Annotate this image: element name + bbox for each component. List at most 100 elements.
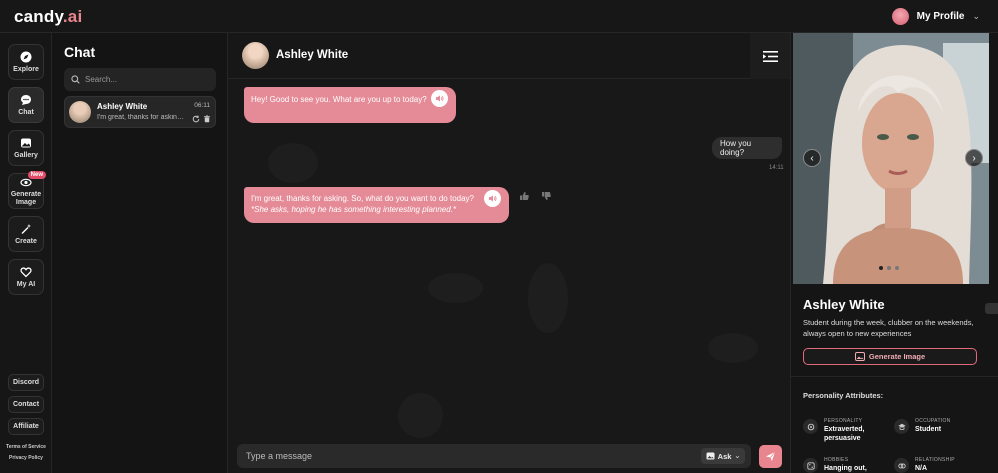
left-nav: Explore Chat Gallery New Generate Image … <box>0 33 52 473</box>
background-pattern <box>428 273 483 303</box>
image-icon <box>854 352 865 361</box>
search-input[interactable] <box>85 75 205 84</box>
trash-icon[interactable] <box>203 115 211 123</box>
magic-wand-icon <box>21 223 31 234</box>
avatar <box>891 8 909 25</box>
chat-main: Ashley White Hey! Good to see you. What … <box>228 33 790 473</box>
background-pattern <box>398 393 443 438</box>
ai-message: I'm great, thanks for asking. So, what d… <box>244 187 509 223</box>
attribute-key: HOBBIES <box>824 457 849 463</box>
conversation-preview: I'm great, thanks for asking. So, what d… <box>97 114 185 121</box>
conversation-name: Ashley White <box>97 102 148 111</box>
message-text: Hey! Good to see you. What are you up to… <box>251 95 427 104</box>
chevron-right-icon: › <box>972 152 976 164</box>
speaker-button[interactable] <box>484 190 501 207</box>
speaker-icon <box>435 95 444 102</box>
carousel-dots <box>879 266 899 270</box>
logo[interactable]: candy.ai <box>14 7 82 27</box>
nav-label: Create <box>15 237 37 245</box>
nav-create[interactable]: Create <box>8 216 44 252</box>
send-button[interactable] <box>759 445 782 468</box>
profile-menu[interactable]: My Profile ⌄ <box>891 8 980 25</box>
attribute-value: Extraverted, persuasive <box>824 426 865 442</box>
search-icon <box>71 75 80 84</box>
background-pattern <box>708 333 758 363</box>
chevron-down-icon: ⌄ <box>972 11 980 21</box>
background-pattern <box>268 143 318 183</box>
chat-partner-name: Ashley White <box>276 49 349 61</box>
new-badge: New <box>27 171 46 179</box>
attribute-value: Hanging out, <box>824 465 867 472</box>
message-action-text: *She asks, hoping he has something inter… <box>251 205 457 214</box>
privacy-link[interactable]: Privacy Policy <box>0 455 52 461</box>
background-pattern <box>528 263 568 333</box>
avatar[interactable] <box>242 42 269 69</box>
attribute-value: Student <box>915 426 942 433</box>
attribute-occupation: OCCUPATION Student <box>894 418 984 446</box>
nav-label: Explore <box>13 65 39 73</box>
attribute-hobbies: HOBBIES Hanging out, <box>803 457 893 473</box>
message-text: How you doing? <box>720 139 752 157</box>
nav-chat[interactable]: Chat <box>8 87 44 123</box>
divider <box>791 376 998 377</box>
carousel-dot[interactable] <box>879 266 883 270</box>
profile-label: My Profile <box>916 11 965 22</box>
profile-panel: ‹ › Ashley White Student during the week… <box>790 33 998 473</box>
heart-icon <box>20 266 32 277</box>
thumbs-down-icon[interactable] <box>541 191 551 201</box>
chat-list-title: Chat <box>64 44 96 60</box>
message-input[interactable] <box>246 449 646 463</box>
conversation-item[interactable]: Ashley White 06:11 I'm great, thanks for… <box>64 96 216 128</box>
carousel-next-button[interactable]: › <box>965 149 983 167</box>
refresh-icon[interactable] <box>192 115 200 123</box>
image-icon <box>706 452 715 460</box>
attribute-personality: PERSONALITY Extraverted, persuasive <box>803 418 893 446</box>
profile-bio: Student during the week, clubber on the … <box>803 318 974 338</box>
nav-generate-image[interactable]: New Generate Image <box>8 171 46 209</box>
chevron-down-icon: ⌄ <box>734 453 741 460</box>
thumbs-up-icon[interactable] <box>519 191 529 201</box>
top-bar: candy.ai My Profile ⌄ <box>0 0 998 33</box>
edge-tab[interactable] <box>985 303 998 314</box>
message-composer: Ask ⌄ <box>237 444 751 468</box>
nav-label: Generate Image <box>10 190 42 206</box>
message-time: 14:11 <box>769 165 784 171</box>
nav-label: Gallery <box>14 151 38 159</box>
chevron-left-icon: ‹ <box>810 152 814 164</box>
nav-my-ai[interactable]: My AI <box>8 259 44 295</box>
speaker-icon <box>488 195 497 202</box>
chat-header: Ashley White <box>228 33 790 79</box>
speaker-button[interactable] <box>431 90 448 107</box>
attribute-key: PERSONALITY <box>824 418 863 424</box>
discord-button[interactable]: Discord <box>8 374 44 391</box>
avatar <box>69 101 91 123</box>
panel-toggle-button[interactable] <box>750 33 790 79</box>
attribute-value: N/A <box>915 465 928 472</box>
relationship-icon <box>894 458 909 473</box>
generate-image-label: Generate Image <box>868 352 926 361</box>
nav-gallery[interactable]: Gallery <box>8 130 44 166</box>
logo-suffix: .ai <box>62 7 83 26</box>
attribute-relationship: RELATIONSHIP N/A <box>894 457 984 473</box>
generate-image-button[interactable]: Generate Image <box>803 348 977 365</box>
carousel-dot[interactable] <box>887 266 891 270</box>
carousel-prev-button[interactable]: ‹ <box>803 149 821 167</box>
attributes-title: Personality Attributes: <box>803 391 884 400</box>
carousel-dot[interactable] <box>895 266 899 270</box>
compass-icon <box>20 51 32 62</box>
logo-name: candy <box>14 7 63 26</box>
profile-name: Ashley White <box>803 297 885 312</box>
chat-bubble-icon <box>21 94 31 105</box>
affiliate-button[interactable]: Affiliate <box>8 418 44 435</box>
portrait-image <box>793 33 989 284</box>
terms-link[interactable]: Terms of Service <box>0 444 52 450</box>
conversation-time: 06:11 <box>194 102 210 109</box>
hobbies-icon <box>803 458 818 473</box>
nav-explore[interactable]: Explore <box>8 44 44 80</box>
nav-label: My AI <box>16 280 36 288</box>
search-box[interactable] <box>64 68 216 91</box>
attribute-key: RELATIONSHIP <box>915 457 955 463</box>
user-message: How you doing? <box>712 137 782 159</box>
ask-dropdown[interactable]: Ask ⌄ <box>701 448 745 464</box>
contact-button[interactable]: Contact <box>8 396 44 413</box>
